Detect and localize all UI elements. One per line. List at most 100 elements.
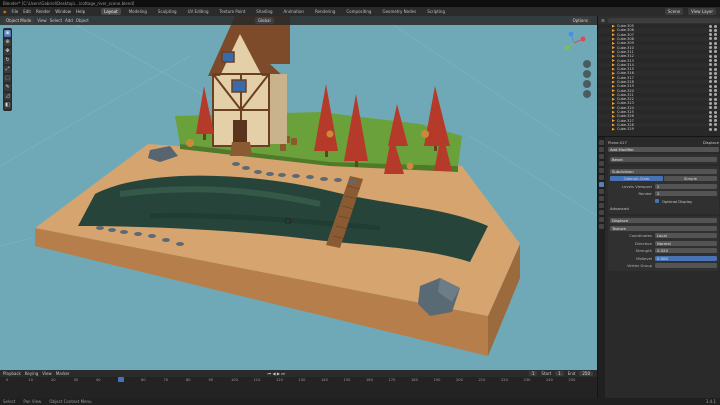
render-camera-icon[interactable] xyxy=(714,58,717,62)
catmull-clark-option[interactable]: Catmull-Clark xyxy=(610,176,663,181)
tool-tab-icon[interactable] xyxy=(599,140,604,145)
workspace-tab-geometry-nodes[interactable]: Geometry Nodes xyxy=(379,8,419,15)
render-camera-icon[interactable] xyxy=(714,37,717,41)
visibility-eye-icon[interactable] xyxy=(709,114,712,118)
advanced-subpanel[interactable]: Advanced xyxy=(610,206,629,211)
viewport-menu-add[interactable]: Add xyxy=(65,18,73,23)
options-dropdown[interactable]: Options xyxy=(569,17,591,24)
zoom-icon[interactable] xyxy=(583,60,591,68)
render-camera-icon[interactable] xyxy=(714,80,717,84)
play-controls[interactable]: ⏮ ◀ ▶ ⏭ xyxy=(268,371,285,376)
material-tab-icon[interactable] xyxy=(599,217,604,222)
render-camera-icon[interactable] xyxy=(714,24,717,28)
render-camera-icon[interactable] xyxy=(714,123,717,127)
render-camera-icon[interactable] xyxy=(714,110,717,114)
constraints-tab-icon[interactable] xyxy=(599,203,604,208)
render-camera-icon[interactable] xyxy=(714,54,717,58)
visibility-eye-icon[interactable] xyxy=(709,119,712,123)
visibility-eye-icon[interactable] xyxy=(709,46,712,50)
render-camera-icon[interactable] xyxy=(714,33,717,37)
transform-tool-icon[interactable]: ⬚ xyxy=(4,75,11,82)
visibility-eye-icon[interactable] xyxy=(709,84,712,88)
workspace-tab-modeling[interactable]: Modeling xyxy=(126,8,150,15)
strength-field[interactable]: 0.020 xyxy=(655,248,717,253)
annotate-tool-icon[interactable]: ✎ xyxy=(4,84,11,91)
move-tool-icon[interactable]: ✥ xyxy=(4,48,11,55)
current-frame-field[interactable]: 1 xyxy=(528,371,538,376)
visibility-eye-icon[interactable] xyxy=(709,123,712,127)
visibility-eye-icon[interactable] xyxy=(709,63,712,67)
texture-tab-icon[interactable] xyxy=(599,224,604,229)
mode-selector[interactable]: Object Mode xyxy=(3,17,35,24)
timeline-menu-playback[interactable]: Playback xyxy=(3,371,21,376)
render-camera-icon[interactable] xyxy=(714,71,717,75)
visibility-eye-icon[interactable] xyxy=(709,71,712,75)
data-tab-icon[interactable] xyxy=(599,210,604,215)
visibility-eye-icon[interactable] xyxy=(709,28,712,32)
workspace-tab-sculpting[interactable]: Sculpting xyxy=(155,8,180,15)
visibility-eye-icon[interactable] xyxy=(709,24,712,28)
render-camera-icon[interactable] xyxy=(714,28,717,32)
world-tab-icon[interactable] xyxy=(599,168,604,173)
outliner-item[interactable]: Cube.329 xyxy=(598,127,720,131)
timeline-menu-view[interactable]: View xyxy=(42,371,52,376)
end-frame-field[interactable]: 250 xyxy=(579,371,593,376)
visibility-eye-icon[interactable] xyxy=(709,106,712,110)
direction-dropdown[interactable]: Normal xyxy=(655,240,717,246)
add-modifier-button[interactable]: Add Modifier xyxy=(608,147,719,152)
cursor-tool-icon[interactable]: ⊕ xyxy=(4,39,11,46)
visibility-eye-icon[interactable] xyxy=(709,41,712,45)
rotate-tool-icon[interactable]: ↻ xyxy=(4,57,11,64)
grid-icon[interactable] xyxy=(583,90,591,98)
view-layer-selector[interactable]: View Layer xyxy=(688,8,716,15)
visibility-eye-icon[interactable] xyxy=(709,76,712,80)
workspace-tab-layout[interactable]: Layout xyxy=(101,8,121,15)
visibility-eye-icon[interactable] xyxy=(709,97,712,101)
render-camera-icon[interactable] xyxy=(714,41,717,45)
visibility-eye-icon[interactable] xyxy=(709,54,712,58)
measure-tool-icon[interactable]: ◿ xyxy=(4,93,11,100)
simple-option[interactable]: Simple xyxy=(664,176,717,181)
visibility-eye-icon[interactable] xyxy=(709,33,712,37)
blender-logo-icon[interactable]: ◉ xyxy=(3,9,7,14)
timeline-editor[interactable]: Playback Keying View Marker ⏮ ◀ ▶ ⏭ 1 St… xyxy=(0,370,597,398)
render-levels-field[interactable]: 2 xyxy=(655,191,717,196)
levels-viewport-field[interactable]: 2 xyxy=(655,183,717,189)
menu-file[interactable]: File xyxy=(12,9,19,14)
scene-tab-icon[interactable] xyxy=(599,161,604,166)
render-camera-icon[interactable] xyxy=(714,46,717,50)
particles-tab-icon[interactable] xyxy=(599,189,604,194)
timeline-menu-keying[interactable]: Keying xyxy=(25,371,38,376)
coordinates-dropdown[interactable]: Local xyxy=(655,233,717,238)
viewport-menu-select[interactable]: Select xyxy=(50,18,62,23)
menu-edit[interactable]: Edit xyxy=(23,9,31,14)
workspace-tab-shading[interactable]: Shading xyxy=(253,8,275,15)
subdivision-name[interactable]: Subdivision xyxy=(610,168,717,174)
displace-name[interactable]: Displace xyxy=(610,218,717,223)
viewport-menu-object[interactable]: Object xyxy=(76,18,89,23)
timeline-ruler[interactable]: 0102030405060708090100110120130140150160… xyxy=(0,377,597,398)
visibility-eye-icon[interactable] xyxy=(709,58,712,62)
render-camera-icon[interactable] xyxy=(714,67,717,71)
render-camera-icon[interactable] xyxy=(714,93,717,97)
render-camera-icon[interactable] xyxy=(714,106,717,110)
transform-orientation-selector[interactable]: Global xyxy=(254,17,274,24)
midlevel-field[interactable]: 0.500 xyxy=(655,255,717,261)
menu-render[interactable]: Render xyxy=(36,9,50,14)
camera-view-icon[interactable] xyxy=(583,80,591,88)
scale-tool-icon[interactable]: ⤢ xyxy=(4,66,11,73)
workspace-tab-texture-paint[interactable]: Texture Paint xyxy=(216,8,248,15)
outliner-filter-icon[interactable] xyxy=(607,17,720,23)
workspace-tab-scripting[interactable]: Scripting xyxy=(424,8,448,15)
physics-tab-icon[interactable] xyxy=(599,196,604,201)
add-cube-tool-icon[interactable]: ◧ xyxy=(4,102,11,109)
workspace-tab-uv-editing[interactable]: UV Editing xyxy=(185,8,212,15)
visibility-eye-icon[interactable] xyxy=(709,67,712,71)
optimal-display-checkbox[interactable] xyxy=(655,199,659,203)
3d-viewport[interactable]: Object Mode View Select Add Object Globa… xyxy=(0,16,597,370)
visibility-eye-icon[interactable] xyxy=(709,37,712,41)
scene-selector[interactable]: Scene xyxy=(664,8,684,15)
render-camera-icon[interactable] xyxy=(714,101,717,105)
render-camera-icon[interactable] xyxy=(714,127,717,131)
render-camera-icon[interactable] xyxy=(714,84,717,88)
